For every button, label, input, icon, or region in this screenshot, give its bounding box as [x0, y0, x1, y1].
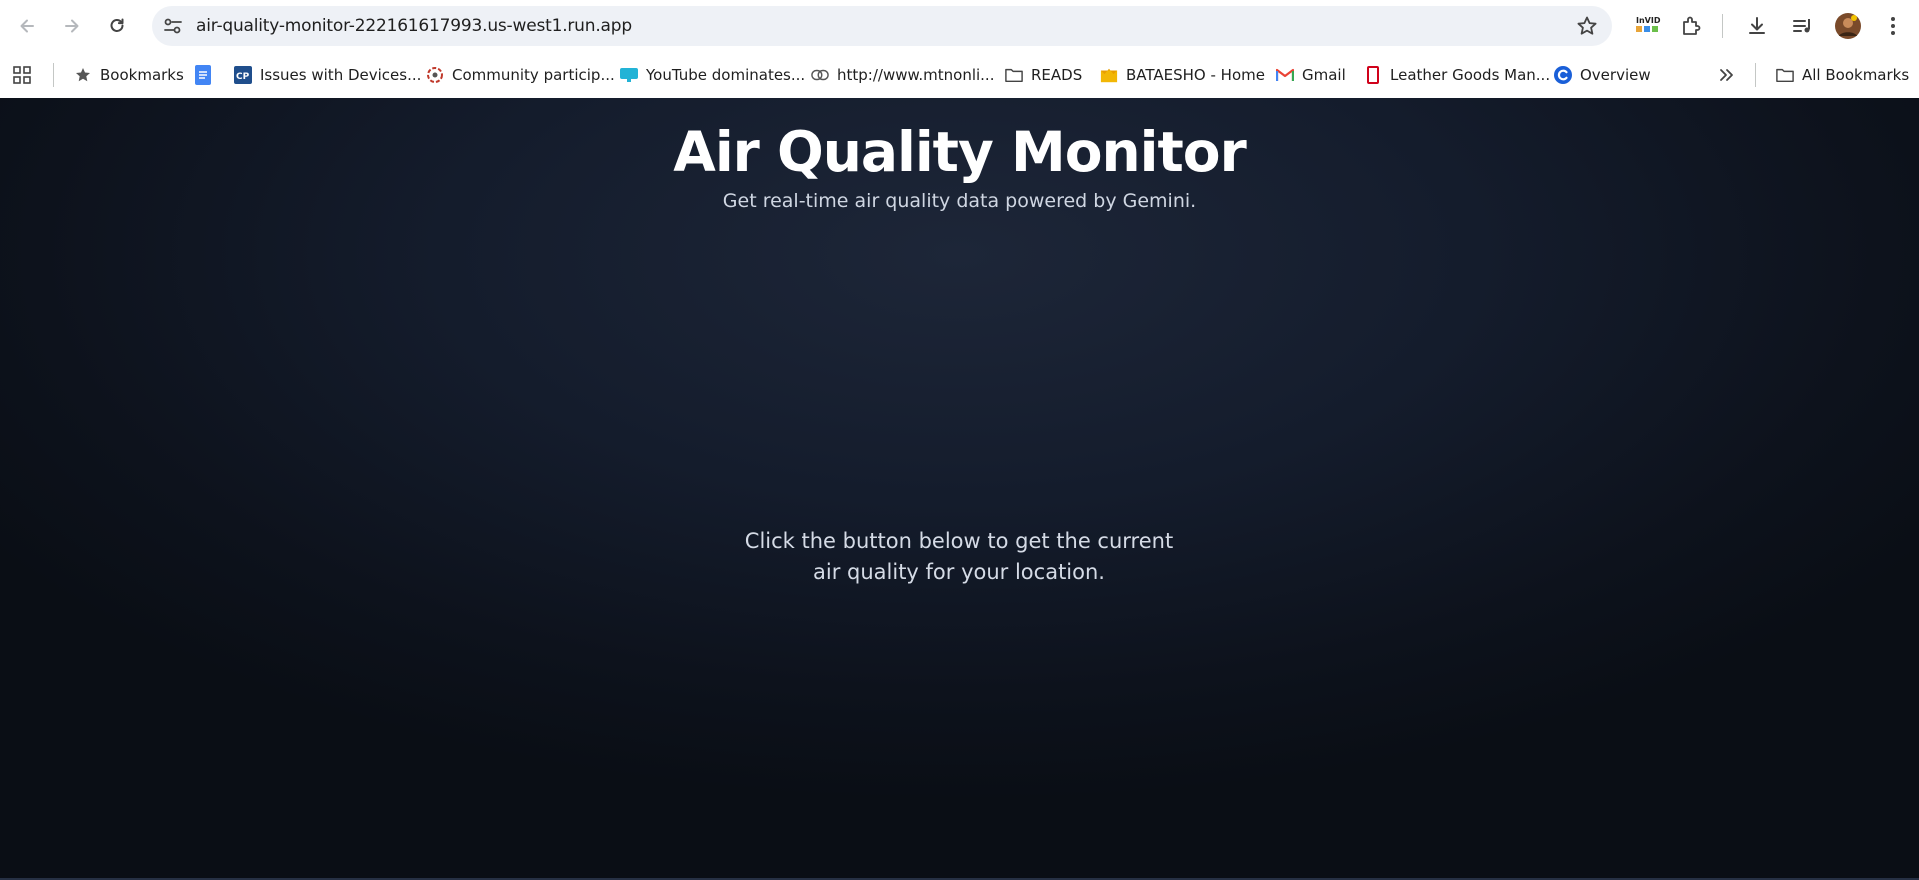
bookmark-google-docs[interactable]: [194, 63, 220, 87]
download-icon[interactable]: [1743, 12, 1771, 40]
red-bookmark-icon: [1364, 66, 1382, 84]
svg-text:InVID: InVID: [1636, 16, 1661, 25]
bookmark-overview[interactable]: Overview: [1554, 63, 1651, 87]
bookmark-label: Gmail: [1302, 66, 1346, 84]
extensions-icon[interactable]: [1678, 12, 1706, 40]
bookmark-label: http://www.mtnonli...: [837, 66, 995, 84]
bookmark-star-icon[interactable]: [1576, 15, 1598, 37]
browser-menu-icon[interactable]: [1879, 12, 1907, 40]
page-subtitle: Get real-time air quality data powered b…: [722, 190, 1197, 212]
page-title: Air Quality Monitor: [673, 120, 1246, 184]
browser-toolbar: air-quality-monitor-222161617993.us-west…: [0, 0, 1919, 52]
forward-button[interactable]: [56, 10, 88, 42]
bookmark-bataesho-home[interactable]: BATAESHO - Home: [1100, 63, 1265, 87]
bookmark-bookmarks[interactable]: Bookmarks: [74, 63, 184, 87]
back-button[interactable]: [11, 10, 43, 42]
url-text[interactable]: air-quality-monitor-222161617993.us-west…: [196, 16, 632, 36]
toolbar-divider: [1722, 14, 1723, 38]
bookmark-label: Community particip...: [452, 66, 615, 84]
star-icon: [74, 66, 92, 84]
invid-extension-icon[interactable]: InVID: [1632, 12, 1662, 40]
link-icon: [811, 66, 829, 84]
bookmark-reads-folder[interactable]: READS: [1005, 63, 1082, 87]
bookmark-label: Bookmarks: [100, 66, 184, 84]
bookmark-gmail[interactable]: Gmail: [1276, 63, 1346, 87]
bookmark-mtnonline[interactable]: http://www.mtnonli...: [811, 63, 994, 87]
back-arrow-icon: [20, 19, 34, 33]
site-info-icon[interactable]: [162, 16, 184, 36]
crown-icon: [1100, 66, 1118, 84]
apps-grid-button[interactable]: [13, 63, 39, 87]
svg-text:CP: CP: [236, 72, 250, 82]
youtube-site-icon: [620, 66, 638, 84]
bookmarks-bar: Bookmarks CP Issues with Devices... Comm…: [0, 52, 1919, 98]
bookmark-label: BATAESHO - Home: [1126, 66, 1265, 84]
instruction-text: Click the button below to get the curren…: [744, 529, 1174, 584]
bookmark-label: YouTube dominates...: [646, 66, 806, 84]
bookmark-community-participation[interactable]: Community particip...: [426, 63, 615, 87]
bookmarks-divider: [1755, 63, 1756, 87]
community-icon: [426, 66, 444, 84]
apps-grid-icon: [13, 66, 31, 84]
cp-icon: CP: [234, 66, 252, 84]
bookmark-youtube-dominates[interactable]: YouTube dominates...: [620, 63, 805, 87]
chevron-double-right-icon: [1718, 66, 1736, 84]
profile-avatar[interactable]: [1833, 11, 1863, 41]
more-bookmarks-button[interactable]: [1718, 63, 1744, 87]
bookmark-label: READS: [1031, 66, 1083, 84]
reload-icon: [110, 18, 124, 32]
all-bookmarks-button[interactable]: All Bookmarks: [1776, 63, 1909, 87]
address-bar[interactable]: air-quality-monitor-222161617993.us-west…: [152, 6, 1612, 46]
air-quality-app: Air Quality Monitor Get real-time air qu…: [0, 98, 1919, 880]
folder-icon: [1005, 66, 1023, 84]
bookmarks-divider: [53, 63, 54, 87]
c-logo-icon: [1554, 66, 1572, 84]
bookmark-leather-goods[interactable]: Leather Goods Man...: [1364, 63, 1550, 87]
google-docs-icon: [194, 65, 212, 85]
bookmark-issues-with-devices[interactable]: CP Issues with Devices...: [234, 63, 421, 87]
bookmark-label: Leather Goods Man...: [1390, 66, 1551, 84]
gmail-icon: [1276, 66, 1294, 84]
folder-icon: [1776, 66, 1794, 84]
bookmark-label: Issues with Devices...: [260, 66, 422, 84]
forward-arrow-icon: [65, 19, 79, 33]
reload-button[interactable]: [101, 10, 133, 42]
bookmark-label: Overview: [1580, 66, 1651, 84]
all-bookmarks-label: All Bookmarks: [1802, 66, 1910, 84]
media-control-icon[interactable]: [1788, 12, 1816, 40]
